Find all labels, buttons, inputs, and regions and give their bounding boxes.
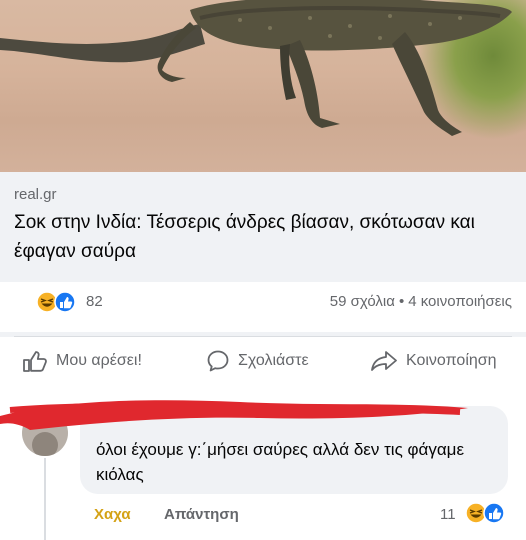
like-reaction-icon <box>54 291 76 313</box>
comment-reaction-icons[interactable] <box>462 501 510 525</box>
like-reaction-icon <box>483 502 505 524</box>
haha-reaction-icon <box>36 291 58 313</box>
comment-reaction-count[interactable]: 11 <box>440 506 456 523</box>
share-label: Κοινοποίηση <box>406 352 497 369</box>
comment-text: όλοι έχουμε γ:΄μήσει σαύρες αλλά δεν τις… <box>96 440 465 484</box>
comments-count[interactable]: 59 σχόλια <box>330 293 395 310</box>
like-button[interactable]: Μου αρέσει! <box>22 347 142 375</box>
redaction-scribble <box>0 400 468 430</box>
comment-label: Σχολιάστε <box>238 352 309 369</box>
comment-button[interactable]: Σχολιάστε <box>206 347 309 375</box>
haha-reaction-icon <box>465 502 487 524</box>
like-label: Μου αρέσει! <box>56 352 142 369</box>
lizard-photo <box>0 0 512 136</box>
link-source: real.gr <box>14 186 57 203</box>
share-arrow-icon <box>371 351 397 371</box>
comment-icon <box>207 350 229 372</box>
shares-count[interactable]: 4 κοινοποιήσεις <box>408 293 512 310</box>
reply-thread-line <box>44 458 46 540</box>
reaction-icons[interactable] <box>36 291 82 313</box>
post-stats: 59 σχόλια • 4 κοινοποιήσεις <box>330 293 512 310</box>
reply-link[interactable]: Απάντηση <box>164 506 239 523</box>
haha-reaction-link[interactable]: Χαχα <box>94 506 131 523</box>
stats-separator: • <box>398 293 405 310</box>
share-button[interactable]: Κοινοποίηση <box>370 347 497 375</box>
link-headline[interactable]: Σοκ στην Ινδία: Τέσσερις άνδρες βίασαν, … <box>14 208 514 266</box>
thumbs-up-icon <box>23 351 47 372</box>
reaction-count[interactable]: 82 <box>86 293 103 310</box>
link-preview-image[interactable] <box>0 0 526 172</box>
